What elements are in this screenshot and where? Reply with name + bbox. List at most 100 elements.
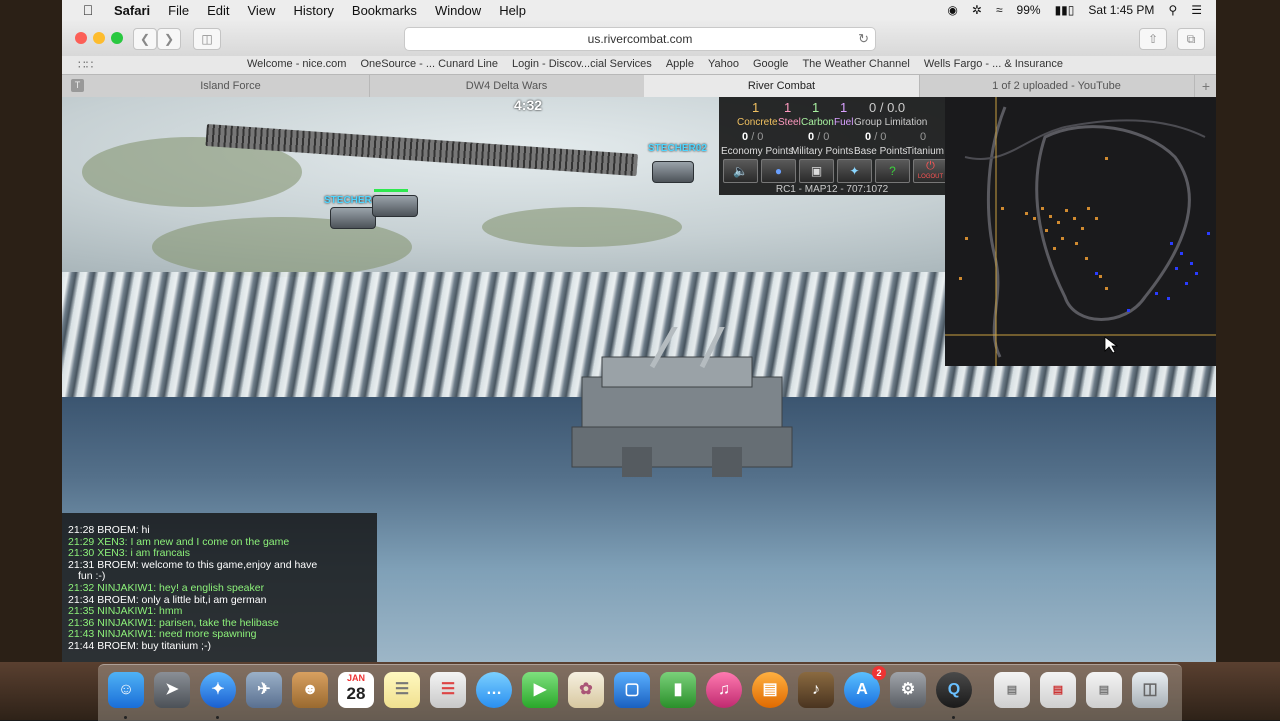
favorite-link[interactable]: Login - Discov...cial Services	[512, 58, 652, 70]
app-store-icon[interactable]: A2	[844, 666, 886, 708]
menu-app-name[interactable]: Safari	[114, 3, 150, 18]
numbers-icon[interactable]: ▮	[660, 672, 696, 708]
fuel-value: 1	[840, 100, 848, 115]
document-stack-icon[interactable]: ▤	[1040, 672, 1076, 708]
finder-icon[interactable]: ☺	[108, 672, 144, 708]
concrete-value: 1	[752, 100, 760, 115]
game-timer: 4:32	[514, 97, 543, 113]
quicktime-icon[interactable]: Q	[936, 672, 972, 708]
menu-view[interactable]: View	[248, 3, 276, 18]
zoom-window-button[interactable]	[111, 32, 123, 44]
address-bar[interactable]: us.rivercombat.com ↻	[404, 27, 876, 51]
chat-message: 21:31 BROEM: welcome to this game,enjoy …	[68, 558, 318, 571]
messages-icon[interactable]: …	[476, 672, 512, 708]
battery-percent[interactable]: 99%	[1017, 3, 1041, 17]
close-window-button[interactable]	[75, 32, 87, 44]
spotlight-icon[interactable]: ⚲	[1168, 3, 1177, 17]
calendar-icon[interactable]: JAN 28	[338, 672, 374, 708]
fuel-label: Fuel	[834, 117, 854, 128]
preview-icon[interactable]: ✈	[246, 672, 282, 708]
logout-button[interactable]: ⏻ LOGOUT	[913, 159, 948, 183]
reminders-icon[interactable]: ☰	[430, 672, 466, 708]
tools-button[interactable]: ✦	[837, 159, 872, 183]
ibooks-icon[interactable]: ▤	[752, 672, 788, 708]
sound-button[interactable]: 🔈	[723, 159, 758, 183]
tab-dw4-delta-wars[interactable]: DW4 Delta Wars	[369, 75, 645, 97]
launchpad-icon[interactable]: ➤	[154, 672, 190, 708]
chat-message: 21:32 NINJAKIW1: hey! a english speaker	[68, 581, 265, 594]
tab-group-icon[interactable]: T	[71, 79, 84, 92]
sidebar-button[interactable]: ◫	[193, 28, 221, 50]
safari-icon[interactable]: ✦	[200, 672, 236, 708]
grid-icon[interactable]: ∷∷	[78, 58, 93, 72]
menu-window[interactable]: Window	[435, 3, 481, 18]
oil-rig-structure[interactable]	[562, 327, 798, 477]
favorite-link[interactable]: Google	[753, 58, 788, 70]
clock[interactable]: Sat 1:45 PM	[1088, 3, 1154, 17]
itunes-icon[interactable]: ♫	[706, 672, 742, 708]
menu-history[interactable]: History	[293, 3, 333, 18]
running-indicator	[216, 716, 219, 719]
wifi-icon[interactable]: ≈	[996, 3, 1003, 17]
globe-button[interactable]: ●	[761, 159, 796, 183]
favorite-link[interactable]: Welcome - nice.com	[247, 58, 346, 70]
steel-value: 1	[784, 100, 792, 115]
back-button[interactable]: ❮	[133, 28, 157, 50]
notification-center-icon[interactable]: ☰	[1191, 3, 1202, 17]
concrete-label: Concrete	[737, 117, 778, 128]
facetime-icon[interactable]: ▶	[522, 672, 558, 708]
tab-island-force[interactable]: Island Force	[92, 75, 370, 97]
speaker-icon: 🔈	[733, 164, 748, 178]
question-mark-icon: ?	[889, 164, 896, 178]
menu-bookmarks[interactable]: Bookmarks	[352, 3, 417, 18]
tab-bar: T Island Force DW4 Delta Wars River Comb…	[62, 74, 1216, 98]
carbon-value: 1	[812, 100, 820, 115]
favorite-link[interactable]: Yahoo	[708, 58, 739, 70]
favorites-bar: ∷∷ Welcome - nice.com OneSource - ... Cu…	[62, 56, 1216, 74]
garageband-icon[interactable]: ♪	[798, 672, 834, 708]
minimize-window-button[interactable]	[93, 32, 105, 44]
power-icon: ⏻	[926, 160, 935, 172]
minimap[interactable]	[945, 97, 1216, 366]
tank-unit[interactable]	[372, 195, 418, 217]
tank-unit[interactable]	[330, 207, 376, 229]
photos-icon[interactable]: ✿	[568, 672, 604, 708]
desktop-right	[1216, 0, 1280, 720]
chat-message: 21:28 BROEM: hi	[68, 524, 150, 536]
favorite-link[interactable]: Apple	[666, 58, 694, 70]
keynote-icon[interactable]: ▢	[614, 672, 650, 708]
favorite-link[interactable]: Wells Fargo - ... & Insurance	[924, 58, 1063, 70]
tab-overview-button[interactable]: ⧉	[1177, 28, 1205, 50]
menu-help[interactable]: Help	[499, 3, 526, 18]
trash-icon[interactable]: ◫	[1132, 672, 1168, 708]
system-preferences-icon[interactable]: ⚙	[890, 672, 926, 708]
notes-icon[interactable]: ☰	[384, 672, 420, 708]
record-icon[interactable]: ◉	[947, 3, 957, 17]
downloads-stack-icon[interactable]: ▤	[1086, 672, 1122, 708]
game-viewport[interactable]: 4:32 STECHER02 STECHER02 1 1 1 1 0 / 0.0…	[62, 97, 1216, 662]
titanium-value: 0	[920, 131, 927, 143]
new-tab-icon[interactable]: +	[1202, 75, 1210, 97]
tab-youtube[interactable]: 1 of 2 uploaded - YouTube	[919, 75, 1195, 97]
battery-icon[interactable]: ▮▮▯	[1055, 3, 1075, 17]
menu-file[interactable]: File	[168, 3, 189, 18]
share-button[interactable]: ⇧	[1139, 28, 1167, 50]
resource-panel: 1 1 1 1 0 / 0.0 Concrete Steel Carbon Fu…	[719, 97, 948, 195]
military-points-label: Military Points	[791, 146, 854, 157]
favorite-link[interactable]: OneSource - ... Cunard Line	[360, 58, 498, 70]
titanium-label: Titanium	[906, 146, 944, 157]
help-button[interactable]: ?	[875, 159, 910, 183]
tab-river-combat[interactable]: River Combat	[644, 75, 920, 97]
bluetooth-icon[interactable]: ✲	[972, 3, 982, 17]
document-stack-icon[interactable]: ▤	[994, 672, 1030, 708]
favorite-link[interactable]: The Weather Channel	[802, 58, 909, 70]
contacts-icon[interactable]: ☻	[292, 672, 328, 708]
menu-edit[interactable]: Edit	[207, 3, 229, 18]
reload-icon[interactable]: ↻	[858, 28, 869, 50]
map-button[interactable]: ▣	[799, 159, 834, 183]
forward-button[interactable]: ❯	[157, 28, 181, 50]
tank-unit[interactable]	[652, 161, 694, 183]
military-points-max: / 0	[817, 131, 830, 143]
apple-menu-icon[interactable]: 	[76, 2, 100, 18]
sidebar-icon: ◫	[201, 32, 213, 46]
